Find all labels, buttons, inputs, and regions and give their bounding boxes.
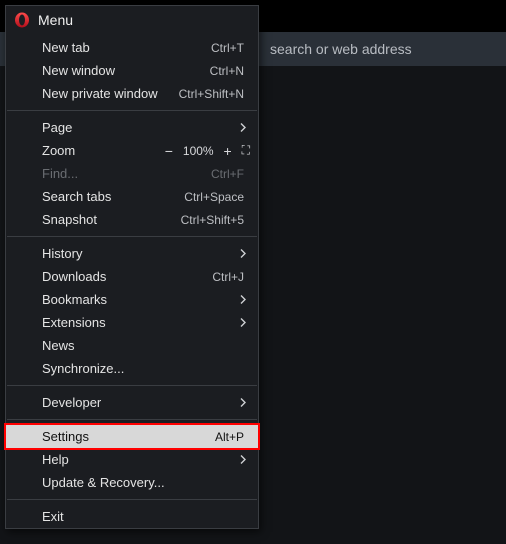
- menu-item-label: Help: [42, 452, 244, 467]
- menu-item-news[interactable]: News: [6, 334, 258, 357]
- menu-item-shortcut: Ctrl+Space: [184, 190, 244, 204]
- chevron-right-icon: [240, 292, 246, 307]
- chevron-right-icon: [240, 246, 246, 261]
- menu-item-new-tab[interactable]: New tab Ctrl+T: [6, 36, 258, 59]
- menu-item-label: History: [42, 246, 244, 261]
- menu-item-synchronize[interactable]: Synchronize...: [6, 357, 258, 380]
- menu-header: Menu: [6, 6, 258, 36]
- menu-item-label: News: [42, 338, 244, 353]
- menu-item-label: Developer: [42, 395, 244, 410]
- menu-item-extensions[interactable]: Extensions: [6, 311, 258, 334]
- menu-separator: [7, 385, 257, 386]
- menu-separator: [7, 110, 257, 111]
- menu-separator: [7, 499, 257, 500]
- menu-item-shortcut: Ctrl+Shift+5: [181, 213, 244, 227]
- menu-separator: [7, 236, 257, 237]
- menu-item-label: Zoom: [42, 143, 161, 158]
- menu-item-shortcut: Ctrl+Shift+N: [179, 87, 244, 101]
- menu-separator: [7, 419, 257, 420]
- address-bar-placeholder: search or web address: [270, 41, 412, 57]
- chevron-right-icon: [240, 315, 246, 330]
- menu-item-page[interactable]: Page: [6, 116, 258, 139]
- menu-item-find: Find... Ctrl+F: [6, 162, 258, 185]
- menu-item-snapshot[interactable]: Snapshot Ctrl+Shift+5: [6, 208, 258, 231]
- menu-item-shortcut: Ctrl+N: [210, 64, 244, 78]
- menu-item-label: Settings: [42, 429, 215, 444]
- menu-item-zoom: Zoom − 100% + ⛶: [6, 139, 258, 162]
- chevron-right-icon: [240, 452, 246, 467]
- menu-title-label: Menu: [38, 12, 73, 28]
- menu-item-shortcut: Ctrl+F: [211, 167, 244, 181]
- zoom-value: 100%: [183, 144, 214, 158]
- menu-item-history[interactable]: History: [6, 242, 258, 265]
- menu-item-label: Update & Recovery...: [42, 475, 244, 490]
- zoom-out-button[interactable]: −: [161, 144, 177, 158]
- menu-item-settings[interactable]: Settings Alt+P: [6, 425, 258, 448]
- menu-item-label: New window: [42, 63, 210, 78]
- menu-item-label: Extensions: [42, 315, 244, 330]
- main-menu: Menu New tab Ctrl+T New window Ctrl+N Ne…: [5, 5, 259, 529]
- menu-item-new-window[interactable]: New window Ctrl+N: [6, 59, 258, 82]
- menu-item-help[interactable]: Help: [6, 448, 258, 471]
- menu-item-label: Search tabs: [42, 189, 184, 204]
- menu-item-exit[interactable]: Exit: [6, 505, 258, 528]
- menu-item-developer[interactable]: Developer: [6, 391, 258, 414]
- opera-logo-icon: [14, 12, 30, 28]
- chevron-right-icon: [240, 120, 246, 135]
- chevron-right-icon: [240, 395, 246, 410]
- zoom-in-button[interactable]: +: [220, 144, 236, 158]
- menu-item-label: Page: [42, 120, 244, 135]
- menu-item-label: Bookmarks: [42, 292, 244, 307]
- menu-item-label: Find...: [42, 166, 211, 181]
- menu-item-shortcut: Ctrl+J: [212, 270, 244, 284]
- menu-item-label: New tab: [42, 40, 211, 55]
- menu-item-downloads[interactable]: Downloads Ctrl+J: [6, 265, 258, 288]
- menu-item-new-private-window[interactable]: New private window Ctrl+Shift+N: [6, 82, 258, 105]
- menu-item-label: Synchronize...: [42, 361, 244, 376]
- menu-item-label: Exit: [42, 509, 244, 524]
- fullscreen-icon[interactable]: ⛶: [242, 143, 248, 158]
- menu-item-shortcut: Alt+P: [215, 430, 244, 444]
- menu-item-search-tabs[interactable]: Search tabs Ctrl+Space: [6, 185, 258, 208]
- menu-item-update-recovery[interactable]: Update & Recovery...: [6, 471, 258, 494]
- menu-item-label: Snapshot: [42, 212, 181, 227]
- menu-item-bookmarks[interactable]: Bookmarks: [6, 288, 258, 311]
- menu-item-label: Downloads: [42, 269, 212, 284]
- menu-item-label: New private window: [42, 86, 179, 101]
- menu-item-shortcut: Ctrl+T: [211, 41, 244, 55]
